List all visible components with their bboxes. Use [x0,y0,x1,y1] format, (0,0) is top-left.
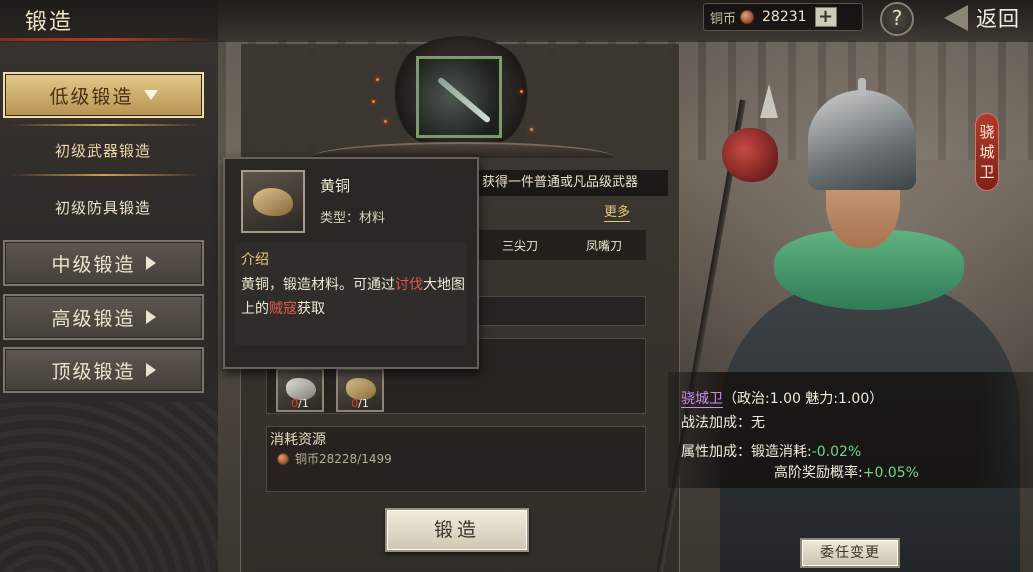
bonus-probability-line: 高阶奖励概率:+0.05% [774,465,919,481]
menu-top-tier-forge[interactable]: 顶级锻造 [3,347,204,393]
character-attributes: （政治:1.00 魅力:1.00） [723,391,884,407]
tooltip-description-title: 介绍 [241,252,269,268]
back-button[interactable]: 返回 [930,2,1030,34]
submenu-basic-armor-forge[interactable]: 初级防具锻造 [0,185,206,229]
obtain-description: 获得一件普通或凡品级武器 [478,170,668,196]
highlight-campaign: 讨伐 [395,277,423,293]
brass-material-icon [241,170,305,233]
title-underline [0,38,218,41]
appoint-change-button[interactable]: 委任变更 [800,538,900,568]
currency-value: 28231 [762,9,807,25]
spear-tassel [722,128,778,182]
caret-down-icon [143,90,158,100]
currency-display: 铜币 28231 + [703,3,863,31]
cloud-pattern [0,402,218,572]
tooltip-description: 黄铜，锻造材料。可通过讨伐大地图上的贼寇获取 [241,277,465,317]
menu-label: 中级锻造 [51,253,136,276]
candidate-item[interactable]: 三尖刀 [502,237,538,254]
help-button[interactable]: ? [880,2,914,36]
divider [10,174,200,176]
obtain-text: 获得一件普通或凡品级武器 [482,175,639,190]
forge-target-slot[interactable] [416,56,502,138]
brass-ore-icon [253,188,293,216]
material-slot[interactable]: 0/1 [276,368,324,412]
character-name-line: 骁城卫（政治:1.00 魅力:1.00） [681,388,883,408]
ember-particle [384,120,387,123]
attribute-bonus-line: 属性加成：锻造消耗:-0.02% [681,444,862,460]
top-bar [0,0,1033,42]
add-currency-button[interactable]: + [814,7,837,27]
tactic-bonus-line: 战法加成：无 [681,415,765,431]
tooltip-item-type: 类型：材料 [320,211,386,226]
ember-particle [530,128,533,131]
candidate-list: 三尖刀 凤嘴刀 [478,230,646,260]
divider [10,124,200,126]
material-count: 0/1 [351,397,369,410]
caret-right-icon [145,363,156,377]
cost-line: 铜币28228/1499 [277,450,392,467]
helmet-spike [858,78,866,96]
character-name[interactable]: 骁城卫 [681,391,723,408]
character-helmet [808,90,916,190]
submenu-basic-weapon-forge[interactable]: 初级武器锻造 [0,128,206,172]
material-slot[interactable]: 0/1 [336,368,384,412]
page-title: 锻造 [25,10,74,35]
spear-tip-icon [760,84,778,118]
caret-right-icon [145,310,156,324]
more-link[interactable]: 更多 [604,205,631,222]
character-rank-tag: 骁 城 卫 [975,113,999,191]
back-label: 返回 [976,7,1020,31]
menu-label: 低级锻造 [49,85,134,108]
sword-icon [436,76,492,124]
menu-label: 顶级锻造 [51,360,136,383]
copper-coin-icon [277,452,289,465]
cost-title: 消耗资源 [270,432,326,448]
cost-value: 铜币28228/1499 [295,452,392,466]
candidate-item[interactable]: 凤嘴刀 [586,237,622,254]
forge-button[interactable]: 锻造 [385,508,529,552]
menu-low-tier-forge[interactable]: 低级锻造 [3,72,204,118]
back-arrow-icon [944,5,968,31]
material-count: 0/1 [291,397,309,410]
caret-right-icon [145,256,156,270]
ember-particle [372,100,375,103]
highlight-bandits: 贼寇 [269,301,297,317]
menu-label: 高级锻造 [51,307,136,330]
tooltip-item-name: 黄铜 [320,177,351,195]
currency-label: 铜币 [710,11,737,27]
ember-particle [520,90,523,93]
menu-high-tier-forge[interactable]: 高级锻造 [3,294,204,340]
copper-coin-icon [740,10,755,24]
ember-particle [376,78,379,81]
item-tooltip: 黄铜 类型：材料 介绍 黄铜，锻造材料。可通过讨伐大地图上的贼寇获取 [223,157,479,369]
menu-mid-tier-forge[interactable]: 中级锻造 [3,240,204,286]
